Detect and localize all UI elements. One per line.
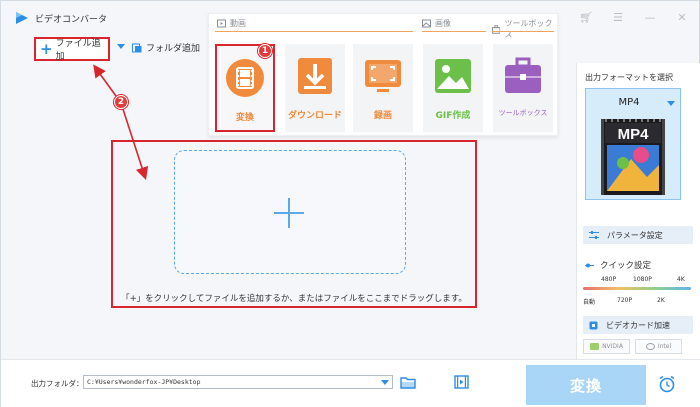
quick-settings-label: クイック設定 bbox=[600, 261, 652, 271]
quality-slider[interactable] bbox=[583, 287, 691, 290]
add-file-button[interactable]: + ファイル追加 bbox=[34, 37, 110, 62]
image-icon bbox=[435, 59, 471, 93]
video-section-icon bbox=[217, 19, 226, 28]
chevron-down-icon bbox=[667, 101, 675, 106]
tool-convert-label: 変換 bbox=[235, 113, 254, 123]
tool-panel: 動画 画像 ツールボックス 変換 1 ダウンロード 録画 GIF作成 ツールボッ… bbox=[208, 13, 558, 136]
quick-settings-title: クイック設定 bbox=[585, 259, 651, 271]
quality-label: 2K bbox=[657, 297, 665, 304]
app-logo-icon bbox=[16, 12, 28, 24]
output-path-select[interactable]: C:¥Users¥wonderfox-JP¥Desktop bbox=[83, 375, 393, 389]
video-folder-icon[interactable] bbox=[454, 375, 469, 389]
output-format-panel: 出力フォーマットを選択 MP4 MP4 パラメータ設定 クイック設定 480P … bbox=[576, 63, 700, 359]
open-folder-icon[interactable] bbox=[400, 376, 416, 389]
annotation-badge-2: 2 bbox=[114, 95, 128, 109]
parameter-settings-button[interactable]: パラメータ設定 bbox=[583, 226, 693, 244]
tool-download[interactable]: ダウンロード bbox=[285, 44, 345, 132]
parameter-settings-label: パラメータ設定 bbox=[607, 230, 663, 240]
tool-gif-label: GIF作成 bbox=[435, 111, 471, 121]
alarm-clock-icon[interactable] bbox=[658, 375, 676, 393]
film-icon bbox=[226, 59, 264, 97]
tool-record[interactable]: 録画 bbox=[353, 44, 413, 132]
title-bar: ビデオコンバータ bbox=[1, 1, 211, 35]
section-video-label: 動画 bbox=[230, 19, 246, 28]
section-image: 画像 bbox=[422, 18, 451, 29]
drop-hint-text: 「+」をクリックしてファイルを追加するか、またはファイルをここまでドラッグします… bbox=[121, 294, 467, 304]
quality-label: 1080P bbox=[633, 276, 652, 283]
intel-label: Intel bbox=[657, 343, 672, 350]
image-section-icon bbox=[422, 19, 431, 28]
toolbar: + ファイル追加 フォルダ追加 bbox=[1, 35, 211, 63]
intel-toggle[interactable]: Intel bbox=[635, 339, 682, 354]
tool-gif[interactable]: GIF作成 bbox=[423, 44, 483, 132]
format-name: MP4 bbox=[618, 97, 640, 108]
toolbox-section-icon bbox=[492, 24, 501, 34]
quality-label: 4K bbox=[677, 276, 685, 283]
tool-toolbox[interactable]: ツールボックス bbox=[493, 44, 553, 132]
output-folder-label: 出力フォルダ： bbox=[31, 379, 84, 388]
section-toolbox-label: ツールボックス bbox=[504, 19, 553, 39]
app-title: ビデオコンバータ bbox=[35, 14, 108, 25]
gpu-icon bbox=[589, 321, 598, 329]
output-path-value: C:¥Users¥wonderfox-JP¥Desktop bbox=[87, 378, 201, 386]
add-file-dropdown-icon[interactable] bbox=[117, 44, 125, 49]
format-selector[interactable]: MP4 MP4 bbox=[585, 88, 681, 200]
quality-label: 自動 bbox=[583, 299, 596, 306]
download-icon bbox=[298, 58, 332, 94]
window-controls: ⚿ 🛒︎ ☰ — ✕ bbox=[547, 11, 689, 25]
nvidia-logo-icon bbox=[590, 343, 600, 350]
mp4-format-icon: MP4 bbox=[601, 119, 665, 195]
section-divider bbox=[492, 31, 554, 32]
quality-label: 720P bbox=[617, 297, 633, 304]
nvidia-toggle[interactable]: NVIDIA bbox=[583, 339, 630, 354]
add-file-label: ファイル追加 bbox=[55, 39, 101, 62]
tool-toolbox-label: ツールボックス bbox=[498, 109, 548, 117]
section-divider bbox=[422, 31, 486, 32]
close-icon[interactable]: ✕ bbox=[675, 11, 689, 25]
app-window: ビデオコンバータ ⚿ 🛒︎ ☰ — ✕ + ファイル追加 フォルダ追加 動画 bbox=[0, 0, 700, 407]
sliders-icon bbox=[589, 231, 599, 239]
section-divider bbox=[215, 31, 413, 32]
quick-settings-icon bbox=[585, 263, 594, 267]
drop-area-highlight: 「+」をクリックしてファイルを追加するか、またはファイルをここまでドラッグします… bbox=[111, 140, 477, 308]
section-image-label: 画像 bbox=[435, 19, 451, 28]
monitor-icon bbox=[365, 60, 401, 92]
drop-zone[interactable] bbox=[174, 150, 406, 274]
convert-button[interactable]: 変換 bbox=[526, 365, 646, 405]
output-format-title: 出力フォーマットを選択 bbox=[585, 73, 673, 82]
annotation-badge-1: 1 bbox=[258, 44, 272, 58]
gpu-acceleration-title: ビデオカード加速 bbox=[583, 316, 693, 334]
chevron-down-icon bbox=[381, 380, 389, 385]
add-plus-icon bbox=[288, 198, 290, 228]
add-folder-button[interactable]: フォルダ追加 bbox=[132, 41, 200, 54]
cart-icon[interactable]: 🛒︎ bbox=[579, 11, 593, 25]
quality-label: 480P bbox=[601, 276, 617, 283]
mp4-thumb-label: MP4 bbox=[618, 126, 650, 143]
add-folder-label: フォルダ追加 bbox=[146, 44, 201, 54]
gpu-acceleration-label: ビデオカード加速 bbox=[606, 320, 670, 330]
nvidia-label: NVIDIA bbox=[602, 343, 623, 350]
minimize-icon[interactable]: — bbox=[643, 11, 657, 25]
toolbox-icon bbox=[505, 57, 541, 93]
section-toolbox: ツールボックス bbox=[492, 18, 557, 40]
bottom-bar: 出力フォルダ： C:¥Users¥wonderfox-JP¥Desktop 変換 bbox=[1, 359, 700, 407]
tool-download-label: ダウンロード bbox=[287, 111, 342, 121]
tool-record-label: 録画 bbox=[373, 111, 392, 121]
intel-logo-icon bbox=[645, 343, 655, 350]
plus-icon: + bbox=[40, 39, 53, 58]
menu-icon[interactable]: ☰ bbox=[611, 11, 625, 25]
folder-icon bbox=[132, 43, 142, 52]
section-video: 動画 bbox=[217, 18, 246, 29]
